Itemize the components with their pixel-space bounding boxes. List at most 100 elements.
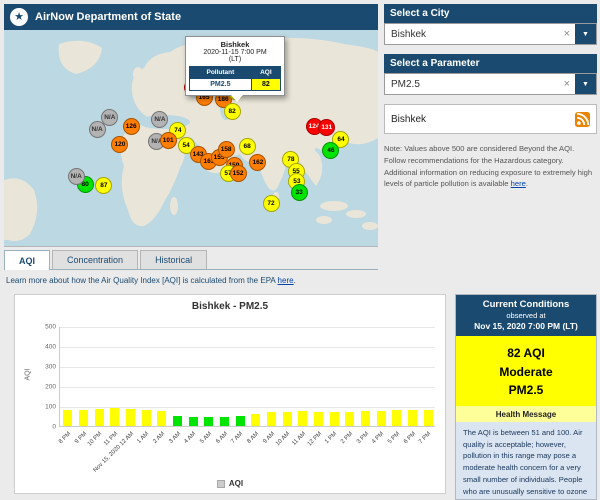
map-marker[interactable]: 152 — [230, 165, 247, 182]
map-marker[interactable]: N/A — [68, 168, 85, 185]
chart-bar[interactable] — [377, 411, 386, 426]
current-conditions-header: Current Conditions observed at Nov 15, 2… — [456, 295, 596, 336]
x-tick-label: 6 PM — [403, 431, 417, 445]
popup-col-pollutant: Pollutant — [190, 67, 252, 79]
y-tick-label: 200 — [45, 384, 60, 391]
x-tick-label: 3 AM — [168, 431, 182, 445]
chart-bar[interactable] — [173, 416, 182, 426]
current-aqi-category: Moderate — [456, 363, 596, 382]
x-tick-label: 12 PM — [306, 431, 323, 448]
x-tick-label: 10 PM — [87, 431, 104, 448]
map-marker[interactable]: 68 — [239, 138, 256, 155]
health-message-body: The AQI is between 51 and 100. Air quali… — [456, 422, 596, 500]
map-marker[interactable]: 72 — [263, 195, 280, 212]
y-tick-label: 0 — [52, 424, 60, 431]
map-marker[interactable]: 158 — [218, 141, 235, 158]
x-tick-label: 1 AM — [136, 431, 150, 445]
x-tick-label: 2 AM — [152, 431, 166, 445]
y-tick-label: 300 — [45, 364, 60, 371]
current-aqi-pollutant: PM2.5 — [456, 381, 596, 400]
rss-icon[interactable] — [575, 112, 590, 127]
rss-feed-box: Bishkek — [384, 104, 597, 134]
select-parameter-header[interactable]: Select a Parameter — [384, 54, 597, 73]
chart-bar[interactable] — [157, 411, 166, 426]
chart-bar[interactable] — [63, 410, 72, 426]
chevron-down-icon[interactable]: ▼ — [575, 74, 596, 94]
chart-bar[interactable] — [236, 416, 245, 426]
app-title: AirNow Department of State — [35, 11, 181, 23]
x-tick-label: 5 PM — [387, 431, 401, 445]
chart-bar[interactable] — [95, 409, 104, 426]
chart-bar[interactable] — [392, 410, 401, 426]
x-tick-label: 1 PM — [324, 431, 338, 445]
map-marker[interactable]: 101 — [160, 132, 177, 149]
chart-bar[interactable] — [126, 409, 135, 426]
chart-bar[interactable] — [298, 411, 307, 426]
popup-table: Pollutant AQI PM2.5 82 — [189, 66, 281, 91]
chart-legend[interactable]: AQI — [15, 479, 445, 488]
department-of-state-seal-icon: ★ — [10, 8, 28, 26]
observed-at-label: observed at — [458, 311, 594, 320]
select-city-header[interactable]: Select a City — [384, 4, 597, 23]
clear-icon[interactable]: × — [559, 78, 575, 90]
popup-local-time-label: (LT) — [189, 56, 281, 63]
gridline — [60, 387, 435, 388]
chart-bar[interactable] — [189, 417, 198, 426]
tab-concentration[interactable]: Concentration — [52, 250, 138, 269]
chart-bar[interactable] — [251, 414, 260, 426]
aqi-chart-panel: Bishkek - PM2.5 AQI 01002003004005008 PM… — [14, 294, 446, 494]
chevron-down-icon[interactable]: ▼ — [575, 24, 596, 44]
tabs: AQIConcentrationHistorical — [4, 251, 378, 270]
parameter-select-value[interactable]: PM2.5 — [385, 79, 559, 90]
city-select[interactable]: Bishkek × ▼ — [384, 23, 597, 45]
gridline — [60, 327, 435, 328]
popup-col-aqi: AQI — [251, 67, 280, 79]
tab-historical[interactable]: Historical — [140, 250, 207, 269]
chart-bar[interactable] — [79, 410, 88, 426]
x-tick-label: 8 AM — [246, 431, 260, 445]
chart-bar[interactable] — [424, 410, 433, 426]
x-tick-label: 4 PM — [371, 431, 385, 445]
select-parameter-label: Select a Parameter — [390, 58, 480, 69]
x-tick-label: 4 AM — [183, 431, 197, 445]
legend-swatch — [217, 480, 225, 488]
tab-aqi[interactable]: AQI — [4, 250, 50, 270]
chart-bar[interactable] — [283, 412, 292, 426]
map-marker[interactable]: 126 — [123, 118, 140, 135]
parameter-select[interactable]: PM2.5 × ▼ — [384, 73, 597, 95]
clear-icon[interactable]: × — [559, 28, 575, 40]
chart-title: Bishkek - PM2.5 — [15, 301, 445, 312]
x-tick-label: 7 PM — [418, 431, 432, 445]
chart-bar[interactable] — [330, 412, 339, 426]
y-tick-label: 500 — [45, 324, 60, 331]
x-tick-label: 10 AM — [275, 431, 291, 447]
map-marker[interactable]: 82 — [224, 103, 241, 120]
current-aqi-block: 82 AQI Moderate PM2.5 — [456, 336, 596, 406]
note-here-link[interactable]: here — [511, 179, 526, 188]
x-tick-label: 9 AM — [262, 431, 276, 445]
chart-bar[interactable] — [220, 417, 229, 426]
chart-bar[interactable] — [345, 412, 354, 426]
world-aqi-map[interactable]: 1531651869382124131644674N/A101541431631… — [4, 30, 378, 247]
learn-more-here-link[interactable]: here — [278, 276, 294, 285]
gridline — [60, 347, 435, 348]
y-tick-label: 100 — [45, 404, 60, 411]
gridline — [60, 367, 435, 368]
chart-yaxis-title: AQI — [25, 364, 32, 386]
x-tick-label: 5 AM — [199, 431, 213, 445]
city-select-value[interactable]: Bishkek — [385, 29, 559, 40]
x-tick-label: 3 PM — [356, 431, 370, 445]
popup-city: Bishkek — [189, 40, 281, 49]
chart-bar[interactable] — [361, 411, 370, 426]
select-city-label: Select a City — [390, 8, 449, 19]
chart-bar[interactable] — [314, 412, 323, 426]
map-marker[interactable]: 33 — [291, 184, 308, 201]
chart-bar[interactable] — [142, 410, 151, 426]
chart-bar[interactable] — [408, 410, 417, 426]
map-popup: Bishkek 2020-11-15 7:00 PM (LT) Pollutan… — [185, 36, 285, 96]
current-conditions-title: Current Conditions — [458, 299, 594, 310]
popup-datetime: 2020-11-15 7:00 PM — [189, 49, 281, 56]
chart-bar[interactable] — [110, 408, 119, 426]
chart-bar[interactable] — [204, 417, 213, 426]
chart-bar[interactable] — [267, 412, 276, 426]
